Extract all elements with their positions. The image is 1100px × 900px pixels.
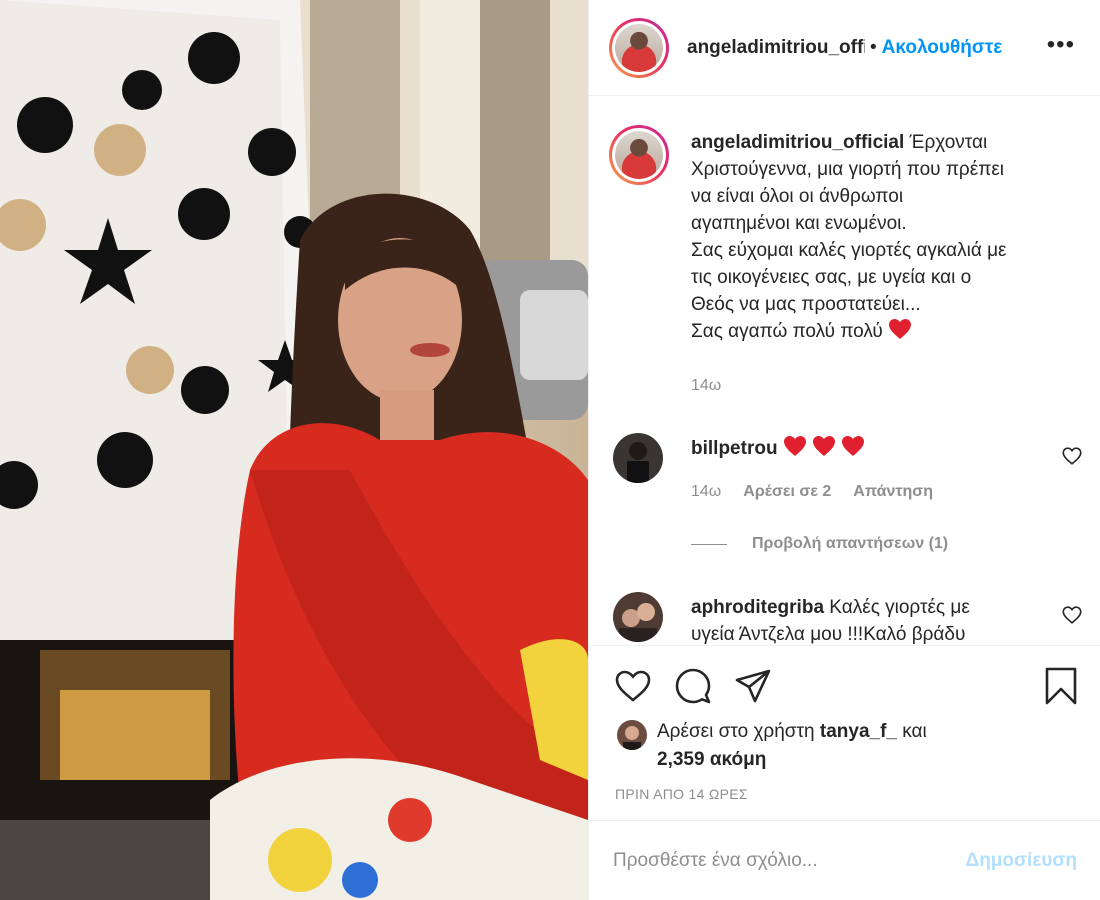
comment-text: billpetrou [691,435,1031,462]
caption-text: angeladimitriou_official Έρχονται Χριστο… [691,129,1081,345]
comments-list[interactable]: angeladimitriou_official Έρχονται Χριστο… [589,97,1100,645]
red-heart-emoji-icon [842,436,865,456]
comment-likes-link[interactable]: Αρέσει σε 2 [743,483,831,501]
red-heart-emoji-icon [813,436,836,456]
commenter-avatar[interactable] [613,592,663,642]
caption-line-2: Χριστούγεννα, μια γιορτή που πρέπει [691,159,1005,180]
view-replies-button[interactable]: Προβολή απαντήσεων (1) [691,535,948,553]
caption-line-5: Σας εύχομαι καλές γιορτές αγκαλιά με [691,240,1007,261]
view-replies-label: Προβολή απαντήσεων (1) [752,535,949,552]
caption-line-7: Θεός να μας προστατεύει... [691,294,921,315]
comment-like-heart-icon[interactable] [1061,604,1083,626]
post-photo [0,0,588,900]
more-horizontal-icon[interactable]: ••• [1047,31,1075,59]
commenter-avatar[interactable] [613,433,663,483]
reply-button[interactable]: Απάντηση [853,483,933,501]
post-actions: Αρέσει στο χρήστη tanya_f_ και 2,359 ακό… [589,645,1100,820]
post-timestamp[interactable]: ΠΡΙΝ ΑΠΟ 14 ΩΡΕΣ [615,786,748,802]
add-comment-input[interactable] [613,849,966,872]
caption-author-avatar[interactable] [609,125,669,185]
likes-and: και [902,721,927,742]
caption-line-6: τις οικογένειες σας, με υγεία και ο [691,267,972,288]
comment-text: aphroditegriba Καλές γιορτές με υγεία Άν… [691,594,1031,645]
comment-body-line-2: υγεία Άντζελα μου !!!Καλό βράδυ [691,624,966,645]
caption-line-3: να είναι όλοι οι άνθρωποι [691,186,904,207]
caption-username-link[interactable]: angeladimitriou_official [691,132,904,153]
post-side-panel: angeladimitriou_official • Ακολουθήστε •… [588,0,1100,900]
post-comment-button[interactable]: Δημοσίευση [966,850,1077,872]
replies-divider-line [691,543,727,545]
header-separator: • [870,36,877,58]
comment-time: 14ω [691,483,722,500]
likes-count-link[interactable]: 2,359 ακόμη [657,749,766,770]
author-avatar[interactable] [609,17,669,78]
comment-like-heart-icon[interactable] [1061,445,1083,467]
likes-text: Αρέσει στο χρήστη tanya_f_ και 2,359 ακό… [657,718,1077,774]
author-username-link[interactable]: angeladimitriou_official [687,37,865,59]
caption-time: 14ω [691,377,722,394]
post-photo-illustration [0,0,588,900]
comment-bubble-icon[interactable] [673,666,713,706]
comment-meta: 14ω Αρέσει σε 2 Απάντηση [691,483,933,501]
red-heart-emoji-icon [889,319,912,339]
add-comment-bar: Δημοσίευση [589,820,1100,900]
red-heart-emoji-icon [783,436,806,456]
follow-button[interactable]: Ακολουθήστε [882,37,1003,59]
comment-body-line-1: Καλές γιορτές με [829,597,970,618]
like-heart-icon[interactable] [613,666,653,706]
save-bookmark-icon[interactable] [1041,666,1081,706]
likes-prefix: Αρέσει στο χρήστη [657,721,815,742]
post-header: angeladimitriou_official • Ακολουθήστε •… [589,0,1100,96]
caption-line-8: Σας αγαπώ πολύ πολύ [691,321,883,342]
caption-line-1: Έρχονται [909,132,988,153]
caption-line-4: αγαπημένοι και ενωμένοι. [691,213,907,234]
commenter-username-link[interactable]: billpetrou [691,438,778,459]
share-paper-plane-icon[interactable] [733,666,773,706]
commenter-username-link[interactable]: aphroditegriba [691,597,824,618]
liker-avatar[interactable] [617,720,647,750]
liker-username-link[interactable]: tanya_f_ [820,721,897,742]
